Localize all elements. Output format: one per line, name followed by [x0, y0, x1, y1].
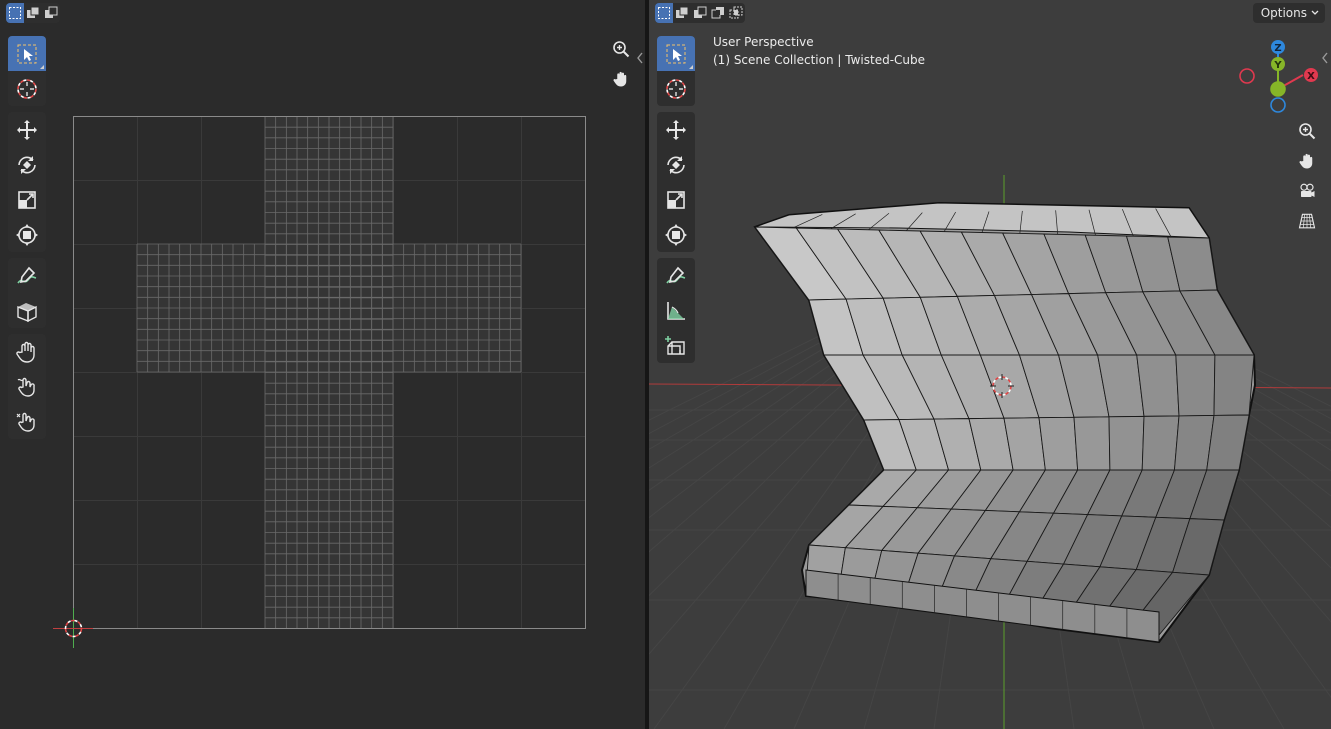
pan-hand-icon[interactable]: [1294, 148, 1320, 174]
sidebar-toggle-icon[interactable]: [1321, 52, 1329, 64]
view-perspective-label: User Perspective: [713, 35, 814, 49]
select-extend-icon[interactable]: [673, 3, 691, 23]
rotate-tool[interactable]: [657, 147, 695, 182]
navigation-gizmo[interactable]: Z Y X: [1237, 38, 1329, 118]
select-subtract-icon[interactable]: [691, 3, 709, 23]
uv-canvas[interactable]: [0, 0, 645, 729]
x-axis-label: X: [1307, 71, 1315, 82]
zoom-icon[interactable]: [1294, 118, 1320, 144]
select-invert-icon[interactable]: [709, 3, 727, 23]
ortho-grid-icon[interactable]: [1294, 208, 1320, 234]
viewport-header: Options: [649, 0, 1331, 26]
options-label: Options: [1260, 6, 1307, 20]
cursor-tool[interactable]: [657, 71, 695, 106]
transform-tool[interactable]: [657, 217, 695, 252]
viewport-select-modes: [655, 3, 745, 23]
chevron-down-icon: [1311, 10, 1319, 15]
z-axis-label: Z: [1274, 43, 1281, 54]
uv-2d-cursor[interactable]: [53, 608, 93, 648]
options-dropdown[interactable]: Options: [1252, 3, 1325, 23]
select-box-tool[interactable]: [657, 36, 695, 71]
neg-x-axis-icon[interactable]: [1239, 68, 1255, 84]
scene-collection-label: (1) Scene Collection | Twisted-Cube: [713, 53, 926, 67]
camera-view-icon[interactable]: [1294, 178, 1320, 204]
uv-editor[interactable]: [0, 0, 645, 729]
neg-z-axis-icon[interactable]: [1270, 97, 1286, 113]
annotate-tool[interactable]: [657, 258, 695, 293]
measure-tool[interactable]: [657, 293, 695, 328]
twisted-cube-mesh[interactable]: [753, 201, 1257, 644]
select-box-icon[interactable]: [655, 3, 673, 23]
viewport-toolbar: [657, 36, 695, 369]
y-axis-label: Y: [1273, 60, 1282, 71]
move-tool[interactable]: [657, 112, 695, 147]
viewport-canvas[interactable]: [649, 0, 1331, 729]
scale-tool[interactable]: [657, 182, 695, 217]
neg-y-axis-icon[interactable]: [1270, 81, 1286, 97]
select-intersect-icon[interactable]: [727, 3, 745, 23]
add-cube-tool[interactable]: [657, 328, 695, 363]
3d-viewport[interactable]: Options User Perspective (1) Scene Colle…: [649, 0, 1331, 729]
